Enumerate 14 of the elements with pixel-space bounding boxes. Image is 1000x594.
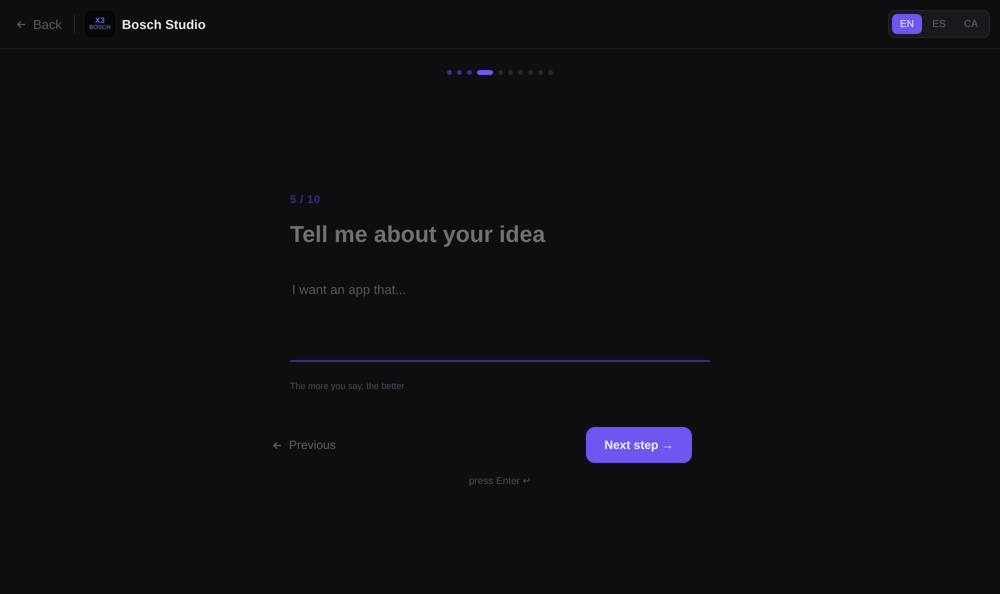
answer-field[interactable]: I want an app that... [290,282,710,362]
question-title: Tell me about your idea [290,221,546,248]
app-title: Bosch Studio [122,16,206,32]
enter-hint: press Enter ↵ [468,476,532,487]
language-tab[interactable]: ES [924,14,954,34]
back-link[interactable]: Back [16,16,62,32]
language-tab[interactable]: EN [892,14,922,34]
next-step-button[interactable]: Next step → [586,427,692,463]
arrow-left-icon [272,440,283,450]
hint-text: The more you say, the better [290,381,406,391]
previous-link[interactable]: Previous [272,438,336,452]
arrow-left-icon [16,18,27,30]
step-counter: 5 / 10 [290,194,322,206]
language-tab[interactable]: CA [956,14,986,34]
